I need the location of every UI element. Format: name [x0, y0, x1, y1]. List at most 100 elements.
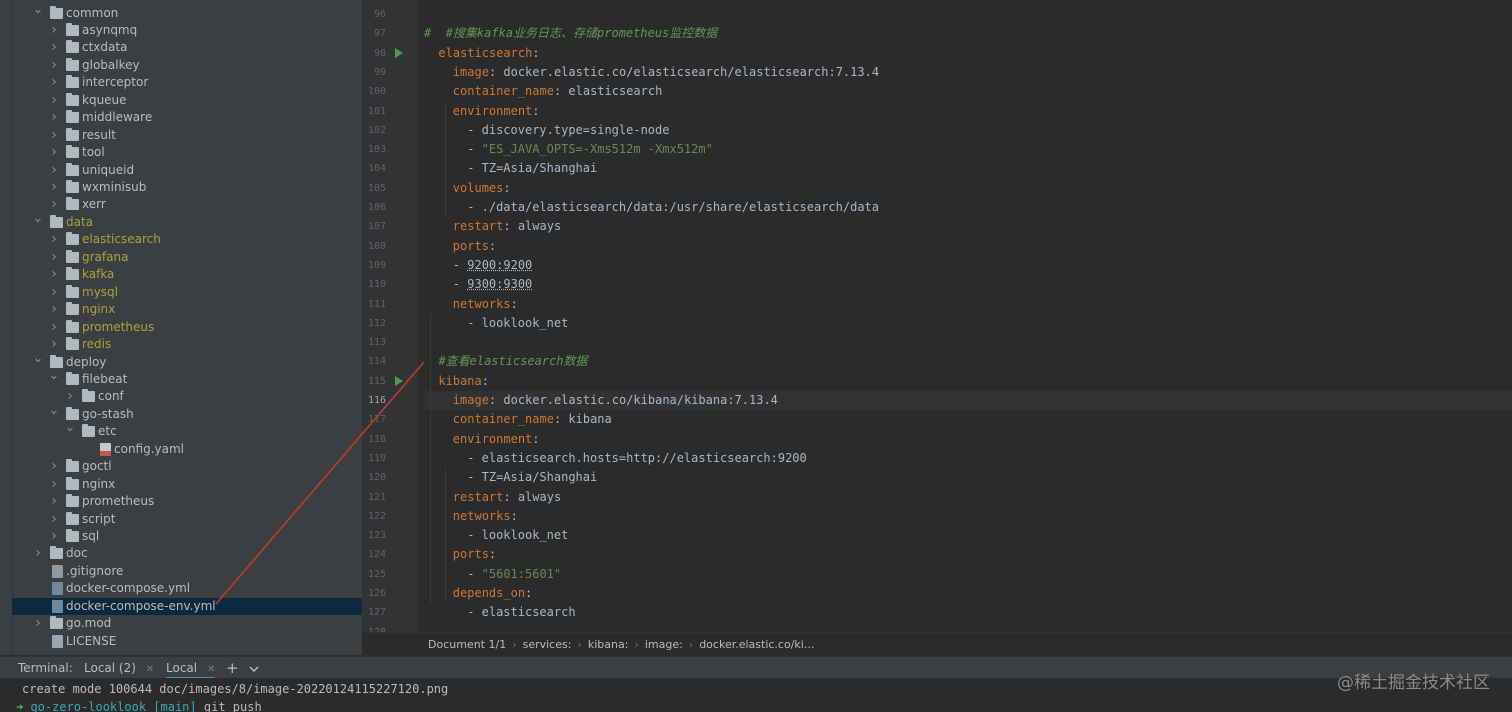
close-icon[interactable]: ✕	[207, 664, 215, 675]
chevron-right-icon[interactable]: ›	[48, 511, 60, 529]
tree-item-label: middleware	[82, 110, 153, 125]
tree-item-goctl[interactable]: › goctl	[12, 458, 362, 476]
tree-item-deploy[interactable]: ⌄ deploy	[12, 351, 362, 372]
breadcrumb-item[interactable]: docker.elastic.co/ki...	[699, 638, 814, 651]
tree-item-uniqueid[interactable]: › uniqueid	[12, 162, 362, 180]
tree-item-elasticsearch[interactable]: › elasticsearch	[12, 231, 362, 249]
folder-icon	[50, 354, 63, 368]
yaml-file-icon	[100, 442, 111, 456]
tree-item-gitignore[interactable]: .gitignore	[12, 563, 362, 581]
chevron-right-icon[interactable]: ›	[48, 458, 60, 476]
code-line: image: docker.elastic.co/elasticsearch/e…	[452, 64, 880, 79]
tree-item-grafana[interactable]: › grafana	[12, 249, 362, 267]
tree-item-kafka[interactable]: › kafka	[12, 266, 362, 284]
line-number: 117	[367, 414, 386, 426]
chevron-right-icon[interactable]: ›	[48, 476, 60, 494]
chevron-right-icon[interactable]: ›	[48, 319, 60, 337]
run-icon[interactable]	[395, 48, 403, 59]
chevron-down-icon[interactable]: ⌄	[32, 350, 44, 368]
tree-item-prometheus[interactable]: › prometheus	[12, 319, 362, 337]
chevron-right-icon[interactable]: ›	[48, 196, 60, 214]
folder-icon	[66, 529, 79, 542]
chevron-right-icon[interactable]: ›	[48, 284, 60, 302]
chevron-right-icon[interactable]: ›	[48, 336, 60, 354]
chevron-right-icon[interactable]: ›	[64, 388, 76, 406]
line-number: 100	[367, 86, 386, 98]
tree-item-doc[interactable]: › doc	[12, 545, 362, 563]
tree-item-sql[interactable]: › sql	[12, 528, 362, 546]
chevron-right-icon[interactable]: ›	[48, 74, 60, 92]
terminal-output[interactable]: create mode 100644 doc/images/8/image-20…	[0, 678, 1512, 712]
chevron-down-icon[interactable]	[248, 657, 260, 679]
chevron-right-icon: ›	[512, 638, 517, 651]
tree-item-middleware[interactable]: › middleware	[12, 109, 362, 127]
chevron-right-icon[interactable]: ›	[32, 545, 44, 563]
breadcrumb-item[interactable]: Document 1/1	[428, 638, 506, 651]
tree-item-label: doc	[66, 546, 88, 561]
tree-item-ctxdata[interactable]: › ctxdata	[12, 39, 362, 57]
plus-icon[interactable]: +	[226, 657, 239, 679]
tree-item-xerr[interactable]: › xerr	[12, 196, 362, 214]
chevron-right-icon[interactable]: ›	[48, 109, 60, 127]
tree-item-result[interactable]: › result	[12, 127, 362, 145]
tree-item-config-yaml[interactable]: config.yaml	[12, 441, 362, 459]
tree-item-wxminisub[interactable]: › wxminisub	[12, 179, 362, 197]
tree-item-mysql[interactable]: › mysql	[12, 284, 362, 302]
chevron-down-icon[interactable]: ⌄	[32, 1, 44, 19]
folder-icon	[66, 459, 79, 473]
tree-item-label: elasticsearch	[82, 232, 161, 247]
tree-item-nginx[interactable]: › nginx	[12, 301, 362, 319]
chevron-right-icon[interactable]: ›	[48, 179, 60, 197]
chevron-right-icon[interactable]: ›	[48, 39, 60, 57]
tree-item-interceptor[interactable]: › interceptor	[12, 74, 362, 92]
tree-item-go-mod[interactable]: › go.mod	[12, 615, 362, 633]
terminal-tab-local[interactable]: Local ✕	[166, 657, 216, 679]
breadcrumb-item[interactable]: image:	[645, 638, 683, 651]
tree-item-common[interactable]: ⌄ common	[12, 2, 362, 23]
prompt-directory: go-zero-looklook	[30, 700, 147, 712]
chevron-down-icon[interactable]: ⌄	[32, 210, 44, 228]
chevron-right-icon[interactable]: ›	[48, 266, 60, 284]
chevron-right-icon[interactable]: ›	[48, 57, 60, 75]
tree-item-docker-compose-env-yml[interactable]: docker-compose-env.yml	[12, 597, 362, 616]
close-icon[interactable]: ✕	[146, 664, 154, 675]
breadcrumb-item[interactable]: services:	[523, 638, 572, 651]
run-icon[interactable]	[395, 376, 403, 387]
tree-item-kqueue[interactable]: › kqueue	[12, 92, 362, 110]
chevron-right-icon[interactable]: ›	[48, 493, 60, 511]
tree-item-script[interactable]: › script	[12, 511, 362, 529]
line-number: 109	[367, 259, 386, 271]
tree-item-tool[interactable]: › tool	[12, 144, 362, 162]
chevron-down-icon[interactable]: ⌄	[48, 402, 60, 420]
line-number: 101	[367, 105, 386, 117]
tree-item-redis[interactable]: › redis	[12, 336, 362, 354]
chevron-right-icon: ›	[577, 638, 582, 651]
chevron-right-icon[interactable]: ›	[48, 301, 60, 319]
tree-item-filebeat[interactable]: ⌄ filebeat	[12, 368, 362, 389]
tree-item-data[interactable]: ⌄ data	[12, 211, 362, 232]
chevron-right-icon[interactable]: ›	[32, 615, 44, 633]
chevron-right-icon[interactable]: ›	[48, 249, 60, 267]
chevron-right-icon[interactable]: ›	[48, 92, 60, 110]
chevron-right-icon[interactable]: ›	[48, 528, 60, 546]
tree-item-globalkey[interactable]: › globalkey	[12, 57, 362, 75]
tree-item-prometheus[interactable]: › prometheus	[12, 493, 362, 511]
chevron-right-icon[interactable]: ›	[48, 22, 60, 40]
breadcrumb-item[interactable]: kibana:	[588, 638, 629, 651]
chevron-right-icon[interactable]: ›	[48, 162, 60, 180]
chevron-right-icon[interactable]: ›	[48, 127, 60, 145]
tree-item-docker-compose-yml[interactable]: docker-compose.yml	[12, 580, 362, 598]
tree-item-conf[interactable]: › conf	[12, 388, 362, 406]
chevron-right-icon[interactable]: ›	[48, 144, 60, 162]
tree-item-label: kqueue	[82, 92, 127, 107]
tree-item-asynqmq[interactable]: › asynqmq	[12, 22, 362, 40]
code-line: - 9300:9300	[452, 277, 533, 292]
folder-icon	[66, 40, 79, 54]
code-line: volumes:	[452, 180, 511, 195]
chevron-down-icon[interactable]: ⌄	[48, 367, 60, 385]
chevron-right-icon[interactable]: ›	[48, 231, 60, 249]
tree-item-nginx[interactable]: › nginx	[12, 476, 362, 494]
tree-item-etc[interactable]: ⌄ etc	[12, 420, 362, 441]
chevron-down-icon[interactable]: ⌄	[64, 419, 76, 437]
tree-item-license[interactable]: LICENSE	[12, 633, 362, 651]
